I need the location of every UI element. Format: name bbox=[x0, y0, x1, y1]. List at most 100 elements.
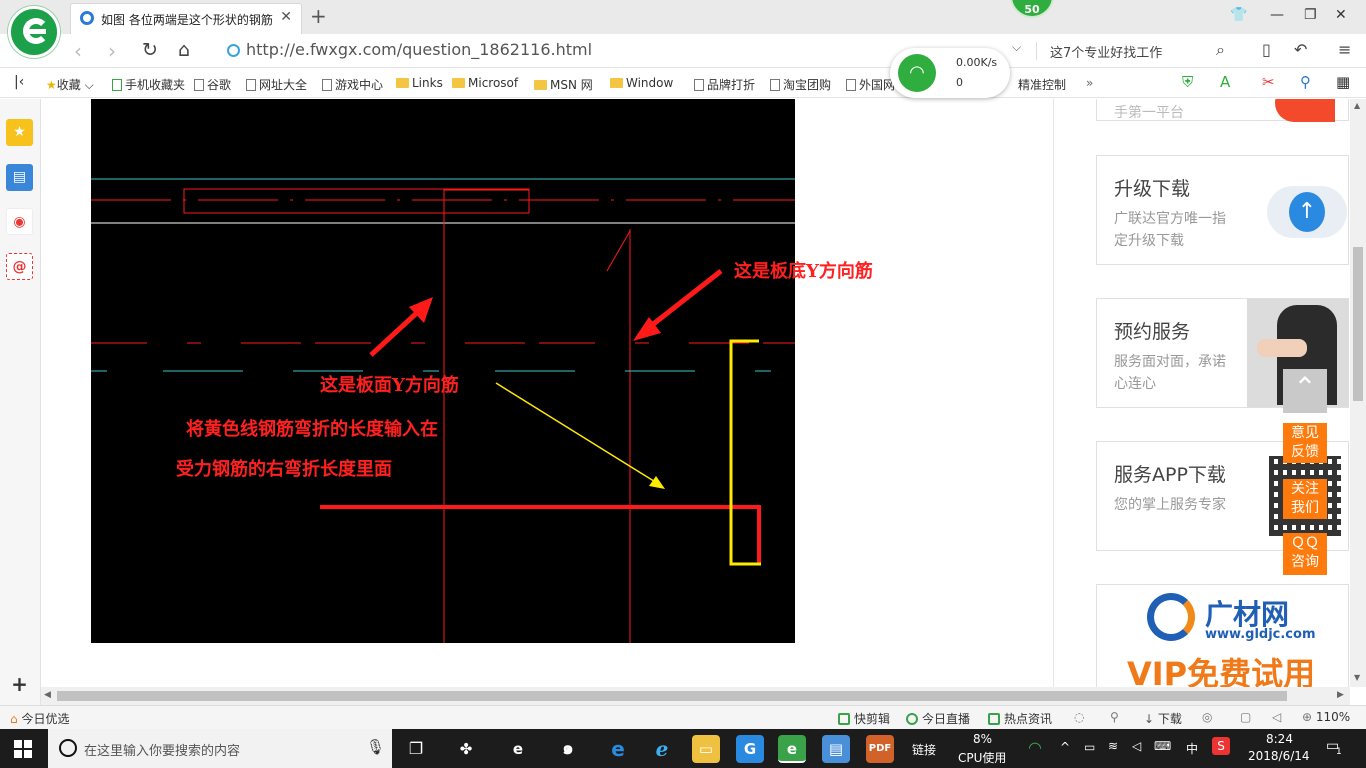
bookmark-windows[interactable]: Window bbox=[610, 76, 673, 90]
windows-start-icon[interactable] bbox=[14, 740, 32, 758]
scissors-icon[interactable]: ✂ bbox=[1262, 73, 1275, 91]
back-to-top-icon[interactable]: ⌃ bbox=[1283, 369, 1327, 413]
clock-time[interactable]: 8:24 bbox=[1266, 732, 1293, 746]
bookmark-microsoft[interactable]: Microsof bbox=[452, 76, 518, 90]
live-button[interactable]: 今日直播 bbox=[906, 710, 970, 727]
email-icon[interactable]: @ bbox=[6, 253, 33, 280]
clean-icon[interactable]: ◎ bbox=[1202, 710, 1212, 724]
gldjc-ad[interactable]: 广材网 www.gldjc.com VIP免费试用 bbox=[1096, 584, 1349, 687]
minimize-button[interactable]: — bbox=[1270, 7, 1284, 23]
browser-logo-icon[interactable] bbox=[8, 6, 60, 58]
back-icon[interactable]: ‹ bbox=[74, 39, 82, 63]
sound-icon[interactable]: ◁ bbox=[1272, 710, 1281, 724]
bookmark-google[interactable]: 谷歌 bbox=[194, 76, 231, 93]
browser-e-icon[interactable]: e bbox=[504, 735, 532, 763]
show-hidden-icons[interactable]: ^ bbox=[1060, 740, 1070, 754]
bookmark-brand-discount[interactable]: 品牌打折 bbox=[694, 76, 755, 93]
ime-indicator[interactable]: 中 bbox=[1186, 740, 1198, 757]
cad-drawing-image: 这是板底Y方向筋 这是板面Y方向筋 将黄色线钢筋弯折的长度输入在 受力钢筋的右弯… bbox=[91, 99, 873, 643]
file-explorer-icon[interactable]: ▭ bbox=[692, 735, 720, 763]
pin-icon[interactable]: ⚲ bbox=[1110, 710, 1119, 724]
vertical-scrollbar[interactable]: ▲ ▼ bbox=[1350, 99, 1366, 687]
daily-picks[interactable]: ⌂ 今日优选 bbox=[10, 710, 69, 727]
spiral-app-icon[interactable]: ๑ bbox=[554, 735, 582, 763]
battery-icon[interactable]: ▭ bbox=[1084, 740, 1095, 754]
keyboard-icon[interactable]: ⌨ bbox=[1154, 739, 1171, 753]
task-view-icon[interactable]: ❐ bbox=[402, 735, 430, 763]
bookmark-taobao[interactable]: 淘宝团购 bbox=[770, 76, 831, 93]
search-input[interactable]: 这7个专业好找工作 bbox=[1050, 42, 1162, 61]
network-speed: 0.00K/s bbox=[956, 56, 998, 69]
shield-icon[interactable]: ⛨ bbox=[1182, 73, 1193, 91]
fan-app-icon[interactable]: ✤ bbox=[452, 735, 480, 763]
horizontal-scrollbar[interactable]: ◀ ▶ bbox=[41, 687, 1350, 705]
partial-top-card[interactable]: 手第一平台 bbox=[1096, 99, 1349, 122]
favorites-star-icon[interactable]: ★ bbox=[6, 119, 33, 146]
connection-count: 0 bbox=[956, 76, 963, 89]
browser-tab[interactable]: 如图 各位两端是这个形状的钢筋 ✕ bbox=[70, 3, 302, 34]
add-icon[interactable]: + bbox=[6, 674, 33, 701]
magnifier-icon[interactable]: ⚲ bbox=[1300, 73, 1311, 91]
more-bookmarks-icon[interactable]: » bbox=[1086, 76, 1093, 90]
upgrade-download-card[interactable]: 升级下载 广联达官方唯一指定升级下载 ↑ bbox=[1096, 155, 1349, 265]
zoom-level[interactable]: ⊕ 110% bbox=[1302, 710, 1350, 724]
windows-taskbar: 在这里输入你要搜索的内容 🎙 ❐ ✤ e ๑ e ℯ ▭ G e ▤ PDF 链… bbox=[0, 729, 1366, 768]
window-icon[interactable]: ▢ bbox=[1240, 710, 1251, 724]
glodon-icon[interactable]: G bbox=[736, 735, 764, 763]
volume-icon[interactable]: ◁ bbox=[1132, 739, 1141, 753]
translate-icon[interactable]: A bbox=[1220, 73, 1230, 91]
vertical-scroll-thumb[interactable] bbox=[1353, 247, 1363, 401]
bookmark-links[interactable]: Links bbox=[396, 76, 443, 90]
bookmark-mobile[interactable]: 手机收藏夹 bbox=[112, 76, 185, 93]
new-tab-button[interactable]: + bbox=[310, 4, 327, 28]
forward-icon[interactable]: › bbox=[108, 39, 116, 63]
apps-grid-icon[interactable]: ▦ bbox=[1336, 73, 1350, 91]
undo-icon[interactable]: ↶ bbox=[1294, 40, 1307, 59]
bookmark-msn[interactable]: MSN 网 bbox=[534, 76, 593, 93]
collapse-sidebar-icon[interactable]: |‹ bbox=[14, 74, 24, 90]
360-browser-active-icon[interactable]: e bbox=[778, 735, 806, 763]
microphone-icon[interactable]: 🎙 bbox=[366, 738, 385, 756]
page-icon bbox=[246, 79, 256, 91]
edge-icon[interactable]: e bbox=[604, 735, 632, 763]
speed-icon[interactable]: ◌ bbox=[1074, 710, 1084, 724]
network-icon[interactable]: ≋ bbox=[1108, 739, 1118, 753]
url-field[interactable]: http://e.fwxgx.com/question_1862116.html bbox=[246, 40, 592, 59]
calendar-app-icon[interactable]: ▤ bbox=[822, 735, 850, 763]
bookmark-favorites[interactable]: ★收藏 ⌵ bbox=[46, 76, 94, 93]
phone-icon[interactable]: ▯ bbox=[1262, 40, 1271, 59]
sogou-icon[interactable]: S bbox=[1212, 737, 1230, 755]
notification-badge[interactable]: 50 bbox=[1010, 0, 1054, 18]
weibo-icon[interactable]: ◉ bbox=[6, 208, 33, 235]
bookmark-web-directory[interactable]: 网址大全 bbox=[246, 76, 307, 93]
horizontal-scroll-thumb[interactable] bbox=[57, 691, 1287, 701]
menu-icon[interactable]: ≡ bbox=[1338, 40, 1351, 59]
hot-news-button[interactable]: 热点资讯 bbox=[988, 710, 1052, 727]
quick-clip-button[interactable]: 快剪辑 bbox=[838, 710, 890, 727]
taskbar-search[interactable]: 在这里输入你要搜索的内容 🎙 bbox=[48, 729, 392, 768]
clock-date[interactable]: 2018/6/14 bbox=[1248, 749, 1310, 763]
refresh-icon[interactable]: ↻ bbox=[142, 39, 158, 61]
reading-list-icon[interactable]: ▤ bbox=[6, 164, 33, 191]
bookmark-game-center[interactable]: 游戏中心 bbox=[322, 76, 383, 93]
dropdown-chevron-icon[interactable]: ⌵ bbox=[1012, 40, 1021, 55]
links-toolbar[interactable]: 链接 bbox=[912, 741, 936, 758]
download-button[interactable]: ↓ 下载 bbox=[1144, 710, 1182, 727]
wifi-tray-icon[interactable]: ◠ bbox=[1028, 738, 1042, 757]
folder-icon bbox=[610, 78, 623, 88]
shirt-skin-icon[interactable]: 👕 bbox=[1230, 7, 1247, 23]
search-icon[interactable]: ⌕ bbox=[1216, 40, 1225, 60]
close-window-button[interactable]: ✕ bbox=[1335, 7, 1347, 23]
follow-us-button[interactable]: 关注 我们 bbox=[1283, 479, 1327, 519]
page-icon bbox=[694, 79, 704, 91]
feedback-button[interactable]: 意见 反馈 bbox=[1283, 423, 1327, 463]
bookmark-precision-control[interactable]: 精准控制 bbox=[1018, 76, 1066, 93]
pdf-app-icon[interactable]: PDF bbox=[866, 735, 894, 763]
bookmark-foreign[interactable]: 外国网 bbox=[846, 76, 895, 93]
qq-consult-button[interactable]: ＱＱ 咨询 bbox=[1283, 533, 1327, 575]
wifi-widget[interactable]: ◠ 0.00K/s 0 bbox=[890, 48, 1010, 98]
tab-close-icon[interactable]: ✕ bbox=[280, 9, 292, 25]
internet-explorer-icon[interactable]: ℯ bbox=[648, 735, 676, 763]
restore-button[interactable]: ❐ bbox=[1304, 7, 1317, 23]
home-icon[interactable]: ⌂ bbox=[178, 39, 190, 61]
